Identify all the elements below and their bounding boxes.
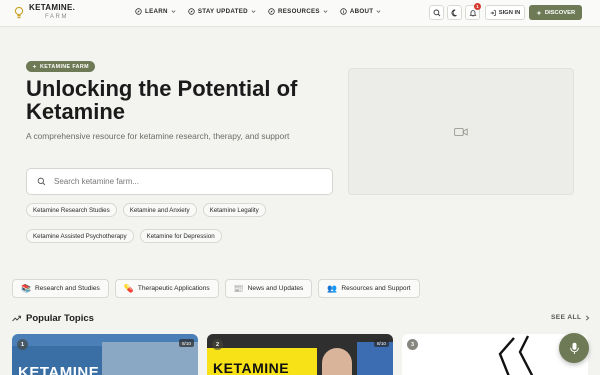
discover-button[interactable]: DISCOVER [529,5,582,20]
category-news[interactable]: 📰 News and Updates [224,279,313,298]
search-input[interactable] [54,177,304,186]
chevron-right-icon [586,314,590,321]
topic-chip[interactable]: Ketamine and Anxiety [122,203,197,217]
info-icon [340,8,347,15]
suggested-topics: Ketamine Research Studies Ketamine and A… [26,203,346,243]
compass-icon [268,8,275,15]
category-label: News and Updates [247,285,304,292]
nav-resources-label: RESOURCES [277,8,320,15]
logo-subtitle: FARM [45,14,69,20]
notification-badge: 1 [474,3,481,10]
nav-learn[interactable]: LEARN [135,8,176,15]
topic-chip[interactable]: Ketamine Legality [202,203,266,217]
sign-in-icon [490,9,496,16]
hero-badge: KETAMINE FARM [26,61,95,72]
search-icon [433,9,440,16]
chevron-down-icon [251,10,256,13]
hero-badge-label: KETAMINE FARM [40,63,89,70]
video-camera-icon [454,127,468,136]
compass-icon [188,8,195,15]
category-label: Resources and Support [341,285,411,292]
sign-in-label: SIGN IN [498,9,521,16]
category-label: Therapeutic Applications [137,285,210,292]
main-nav: LEARN STAY UPDATED RESOURCES ABOUT [135,8,381,15]
topic-chip[interactable]: Ketamine Assisted Psychotherapy [26,229,134,243]
sparkle-icon [32,64,37,69]
popular-topics-title: Popular Topics [26,313,94,324]
card-rank: 3 [407,339,418,350]
card-thumbnail-text: KETAMINE [18,364,100,375]
see-all-link[interactable]: SEE ALL [551,314,590,321]
sparkle-icon [536,9,542,16]
nav-stay-updated[interactable]: STAY UPDATED [188,8,256,15]
theme-toggle-button[interactable] [447,5,462,20]
category-label: Research and Studies [34,285,100,292]
see-all-label: SEE ALL [551,314,582,321]
category-bar: 📚 Research and Studies 💊 Therapeutic App… [12,279,420,298]
moon-icon [451,9,457,16]
chevron-down-icon [323,10,328,13]
nav-about-label: ABOUT [349,8,374,15]
logo-title: KETAMINE. [29,3,76,12]
card-score: 8/10 [374,339,389,347]
topic-card-1[interactable]: KETAMINE 1 8/10 [12,334,198,375]
category-research[interactable]: 📚 Research and Studies [12,279,109,298]
pill-icon: 💊 [123,283,134,293]
chevron-down-icon [171,10,176,13]
compass-icon [135,8,142,15]
nav-resources[interactable]: RESOURCES [268,8,328,15]
newspaper-icon: 📰 [233,283,244,293]
people-icon: 👥 [327,283,338,293]
topic-chip[interactable]: Ketamine for Depression [139,229,222,243]
category-resources[interactable]: 👥 Resources and Support [318,279,420,298]
card-score: 8/10 [179,339,194,347]
chevron-down-icon [376,10,381,13]
card-rank: 2 [212,339,223,350]
card-thumbnail-person [322,348,352,375]
hero-subtitle: A comprehensive resource for ketamine re… [26,131,290,141]
nav-stay-updated-label: STAY UPDATED [197,8,248,15]
books-icon: 📚 [21,283,31,293]
discover-label: DISCOVER [544,9,576,16]
hero-search-bar [26,168,333,195]
site-logo[interactable]: KETAMINE. FARM [14,4,75,20]
card-rank: 1 [17,339,28,350]
card-thumbnail-text: KETAMINE [213,360,290,375]
hero-video-placeholder[interactable] [348,68,574,195]
microphone-icon [569,342,579,354]
topic-chip[interactable]: Ketamine Research Studies [26,203,117,217]
search-button[interactable] [429,5,444,20]
sign-in-button[interactable]: SIGN IN [485,5,525,20]
topic-card-2[interactable]: KETAMINE 2 8/10 [207,334,393,375]
nav-about[interactable]: ABOUT [340,8,382,15]
category-therapeutic[interactable]: 💊 Therapeutic Applications [114,279,219,298]
hero-title: Unlocking the Potential of Ketamine [26,76,298,124]
voice-search-button[interactable] [559,333,589,363]
popular-topics-header: Popular Topics [12,313,94,324]
search-icon [37,177,46,186]
lightbulb-icon [14,6,24,19]
top-header: KETAMINE. FARM LEARN STAY UPDATED RESOUR… [0,0,600,27]
trending-up-icon [12,315,21,322]
nav-learn-label: LEARN [145,8,168,15]
